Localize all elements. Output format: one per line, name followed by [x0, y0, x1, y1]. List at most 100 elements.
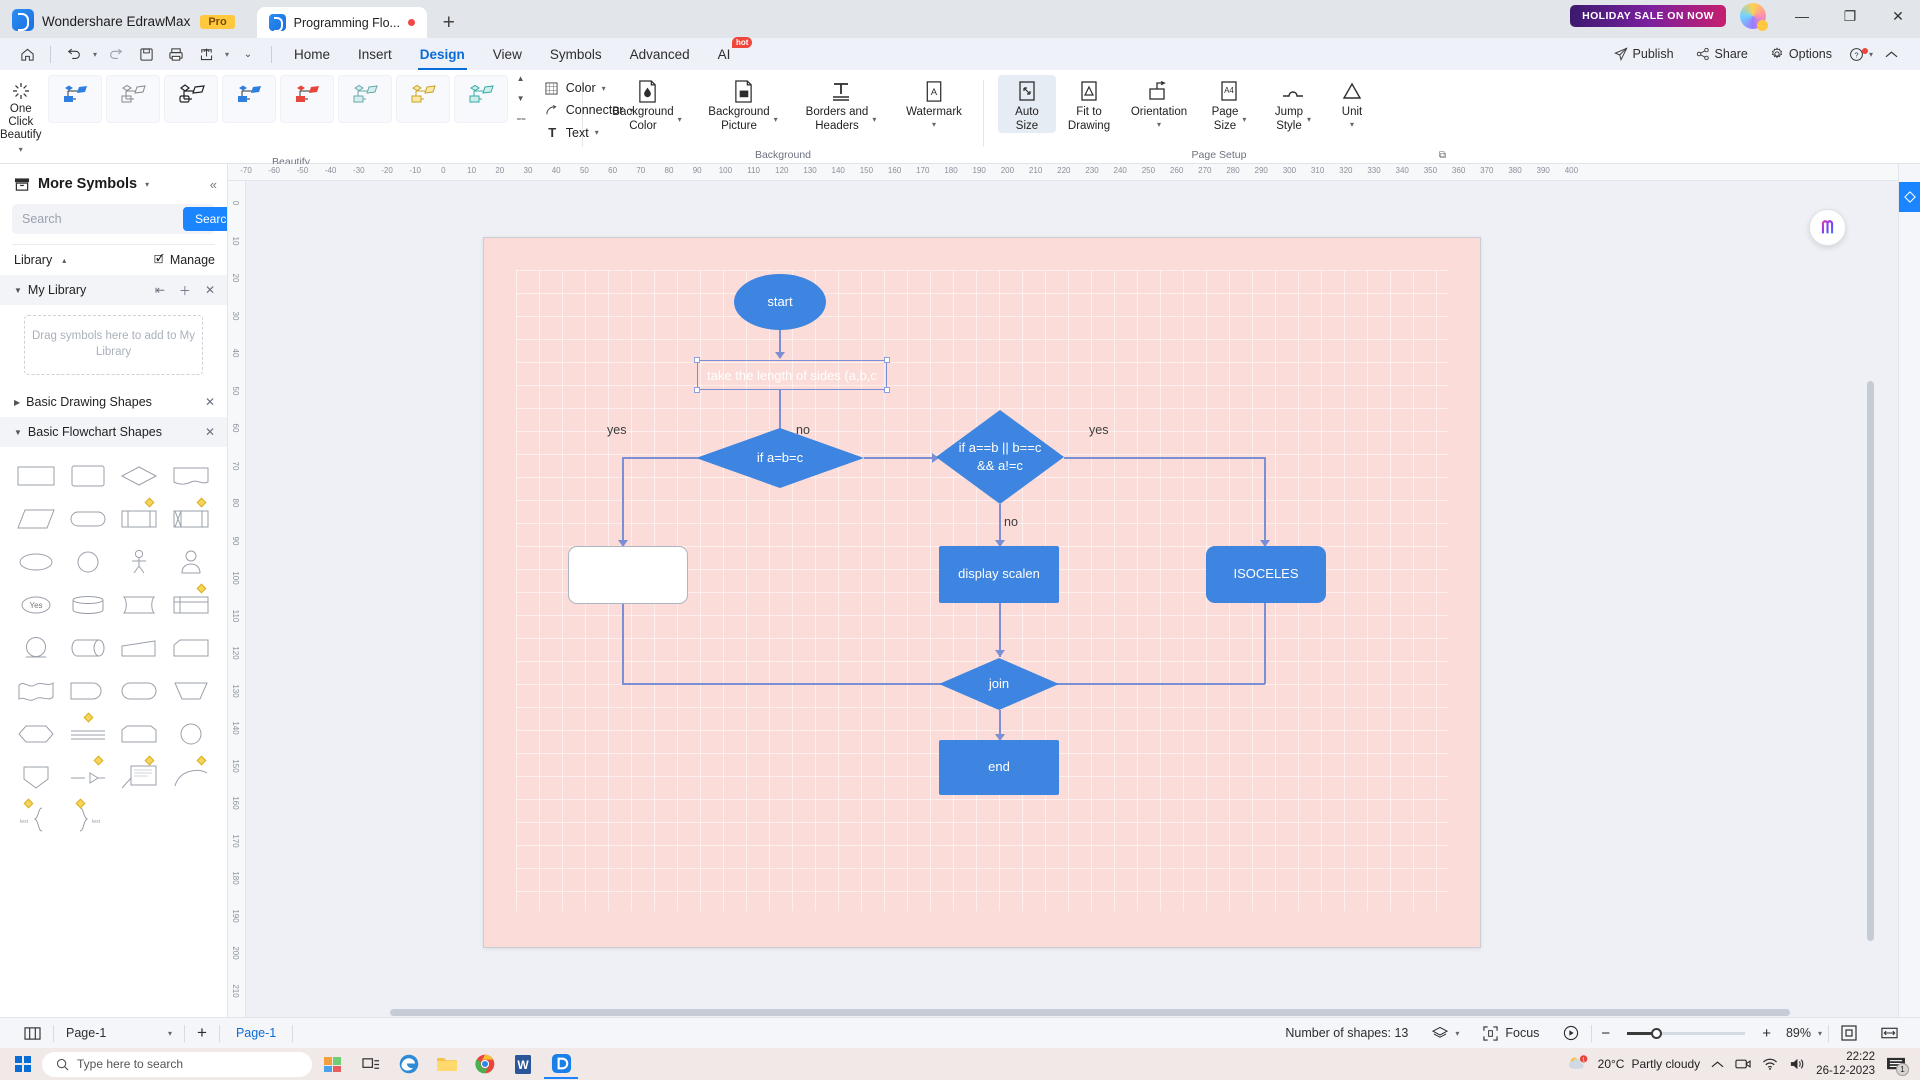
- fit-to-drawing-button[interactable]: Fit to Drawing: [1058, 75, 1120, 133]
- shape-decision[interactable]: [114, 455, 166, 496]
- shape-lines[interactable]: [62, 712, 114, 754]
- auto-size-button[interactable]: Auto Size: [998, 75, 1056, 134]
- library-header[interactable]: Library ▴ 🗹 Manage: [0, 245, 227, 275]
- chevron-down-icon[interactable]: ▾: [168, 1029, 172, 1038]
- chevron-down-icon[interactable]: ▾: [1307, 115, 1311, 124]
- gallery-down-icon[interactable]: ▼: [517, 95, 526, 103]
- zoom-out-button[interactable]: −: [1592, 1018, 1619, 1049]
- avatar[interactable]: [1740, 3, 1768, 31]
- zoom-track[interactable]: [1627, 1027, 1746, 1039]
- shape-table[interactable]: [165, 583, 217, 625]
- share-button[interactable]: Share: [1687, 47, 1757, 61]
- style-preset-2[interactable]: [105, 75, 160, 123]
- connector-dec1-yes-h[interactable]: [622, 457, 698, 459]
- chevron-down-icon[interactable]: ▾: [1818, 1029, 1822, 1038]
- task-view-button[interactable]: [354, 1049, 388, 1079]
- shape-circle-line[interactable]: [10, 627, 62, 668]
- close-section-icon[interactable]: ✕: [205, 425, 215, 439]
- connector-dec2-yes-h[interactable]: [1064, 457, 1265, 459]
- drawing-page[interactable]: start take the length of sides (a,b,c if…: [483, 237, 1481, 948]
- style-preset-8[interactable]: [453, 75, 508, 123]
- zoom-level[interactable]: 89% ▾: [1780, 1018, 1828, 1049]
- taskbar-app-pinned[interactable]: [316, 1049, 350, 1079]
- unit-button[interactable]: Unit ▾: [1326, 75, 1378, 128]
- chevron-down-icon[interactable]: ▾: [678, 115, 682, 124]
- node-isoceles[interactable]: ISOCELES: [1206, 546, 1326, 603]
- redo-icon[interactable]: [101, 41, 131, 67]
- style-preset-6[interactable]: [337, 75, 392, 123]
- shape-actor[interactable]: [114, 541, 166, 582]
- connector-dec1-no[interactable]: [864, 457, 938, 459]
- close-section-icon[interactable]: ✕: [205, 395, 215, 409]
- page-size-button[interactable]: A4 Page Size ▾: [1198, 75, 1260, 133]
- chevron-down-icon[interactable]: ▾: [774, 115, 778, 124]
- chevron-down-icon[interactable]: ▾: [872, 115, 876, 124]
- add-page-button[interactable]: +: [185, 1018, 219, 1049]
- export-dropdown-icon[interactable]: ▾: [221, 41, 233, 67]
- shape-internal-storage[interactable]: [165, 497, 217, 539]
- tray-expand-button[interactable]: [1711, 1060, 1724, 1069]
- shape-yes-oval[interactable]: Yes: [10, 584, 62, 625]
- chevron-down-icon[interactable]: ▾: [145, 180, 149, 189]
- chevron-down-icon[interactable]: ▾: [932, 120, 936, 128]
- style-preset-1[interactable]: [47, 75, 102, 123]
- tab-view[interactable]: View: [479, 38, 536, 70]
- print-icon[interactable]: [161, 41, 191, 67]
- style-preset-5[interactable]: [279, 75, 334, 123]
- tab-design[interactable]: Design: [406, 38, 479, 70]
- vertical-scrollbar[interactable]: [1867, 381, 1874, 941]
- tab-ai[interactable]: AI hot: [704, 37, 753, 70]
- one-click-beautify-button[interactable]: One Click Beautify ▾: [0, 75, 42, 156]
- holiday-sale-badge[interactable]: HOLIDAY SALE ON NOW: [1570, 5, 1726, 27]
- page-selector[interactable]: Page-1 ▾: [54, 1018, 184, 1049]
- node-end[interactable]: end: [939, 740, 1059, 795]
- tab-symbols[interactable]: Symbols: [536, 38, 616, 70]
- resize-handle[interactable]: [884, 387, 890, 393]
- weather-widget[interactable]: 1 20°C Partly cloudy: [1567, 1054, 1700, 1074]
- style-preset-7[interactable]: [395, 75, 450, 123]
- search-input[interactable]: [22, 212, 183, 226]
- shape-notched-rect[interactable]: [114, 713, 166, 754]
- shape-wave[interactable]: [10, 670, 62, 711]
- minimize-button[interactable]: —: [1780, 1, 1824, 31]
- tab-insert[interactable]: Insert: [344, 38, 406, 70]
- orientation-button[interactable]: Orientation ▾: [1122, 75, 1196, 128]
- shape-ellipse[interactable]: [10, 541, 62, 582]
- shape-circle[interactable]: [62, 541, 114, 582]
- volume-tray-icon[interactable]: [1789, 1057, 1805, 1071]
- shape-trapezoid[interactable]: [114, 627, 166, 668]
- style-preset-3[interactable]: [163, 75, 218, 123]
- shape-brace-right[interactable]: text: [62, 798, 114, 840]
- connector-empty-join-h[interactable]: [622, 683, 962, 685]
- fit-page-button[interactable]: [1829, 1018, 1869, 1049]
- node-start[interactable]: start: [734, 274, 826, 330]
- clock[interactable]: 22:22 26-12-2023: [1816, 1050, 1875, 1079]
- zoom-knob[interactable]: [1651, 1027, 1663, 1039]
- undo-dropdown-icon[interactable]: ▾: [89, 41, 101, 67]
- node-join[interactable]: join: [939, 658, 1059, 710]
- connector-isoceles-join-v[interactable]: [1264, 603, 1266, 684]
- collapse-panel-button[interactable]: «: [210, 177, 217, 192]
- node-display-scalen[interactable]: display scalen: [939, 546, 1059, 603]
- shape-octagon-circle[interactable]: [165, 713, 217, 754]
- drop-symbols-area[interactable]: Drag symbols here to add to My Library: [24, 315, 203, 375]
- gallery-expand-icon[interactable]: ⩵: [517, 115, 526, 123]
- search-button[interactable]: Search: [183, 207, 227, 231]
- resize-handle[interactable]: [694, 387, 700, 393]
- resize-handle[interactable]: [884, 357, 890, 363]
- background-color-button[interactable]: Background Color ▾: [603, 75, 691, 133]
- section-my-library[interactable]: ▼ My Library ⇤ ＋ ✕: [0, 275, 227, 305]
- document-tab[interactable]: Programming Flo...: [256, 7, 427, 38]
- fit-width-button[interactable]: [1869, 1018, 1910, 1049]
- shape-delay[interactable]: [62, 670, 114, 711]
- presentation-button[interactable]: [1551, 1018, 1591, 1049]
- zoom-slider[interactable]: [1627, 1027, 1746, 1039]
- edraw-app-button[interactable]: [544, 1049, 578, 1079]
- shape-arc[interactable]: [165, 755, 217, 797]
- shape-hexagon[interactable]: [10, 713, 62, 754]
- resize-handle[interactable]: [694, 357, 700, 363]
- section-basic-flowchart-shapes[interactable]: ▼ Basic Flowchart Shapes ✕: [0, 417, 227, 447]
- chevron-down-icon[interactable]: ▾: [19, 145, 23, 154]
- maximize-button[interactable]: ❐: [1828, 1, 1872, 31]
- shape-data[interactable]: [10, 498, 62, 539]
